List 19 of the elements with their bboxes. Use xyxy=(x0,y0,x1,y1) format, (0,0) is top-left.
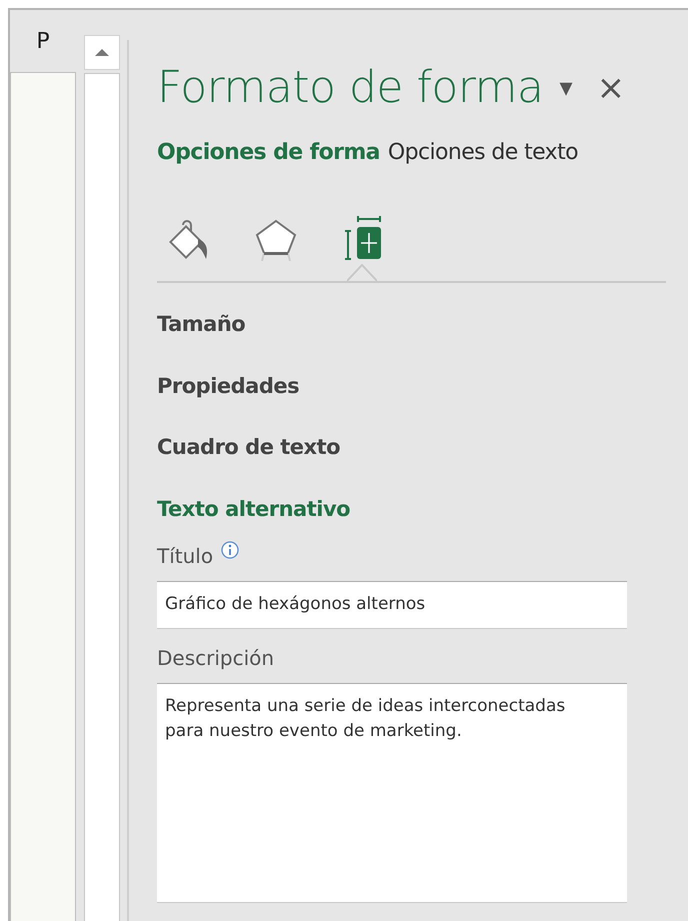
close-button[interactable]: × xyxy=(596,71,626,105)
tab[interactable]: Opciones de forma xyxy=(157,136,380,169)
section-header[interactable]: Tamaño xyxy=(157,309,246,340)
up-arrow-icon xyxy=(94,48,110,57)
field-label: Descripción xyxy=(157,644,274,672)
info-icon[interactable] xyxy=(221,541,240,559)
panel-title: Formato de forma xyxy=(157,66,544,110)
section-header[interactable]: Texto alternativo xyxy=(157,494,350,525)
section-header[interactable]: Cuadro de texto xyxy=(157,432,340,464)
description-field[interactable]: Representa una serie de ideas interconectadas para nuestro evento de marketing. xyxy=(157,682,627,902)
field-label: Título xyxy=(157,543,214,570)
pentagon-icon[interactable] xyxy=(255,219,297,261)
section-header[interactable]: Propiedades xyxy=(157,370,300,402)
scroll-up-button[interactable] xyxy=(84,35,120,70)
tab[interactable]: Opciones de texto xyxy=(388,136,578,169)
scrollbar-track[interactable] xyxy=(84,73,120,921)
dropdown-caret[interactable]: ▾ xyxy=(560,75,573,101)
title-field[interactable]: Gráfico de hexágonos alternos xyxy=(157,581,627,628)
column-header[interactable]: P xyxy=(10,10,76,72)
